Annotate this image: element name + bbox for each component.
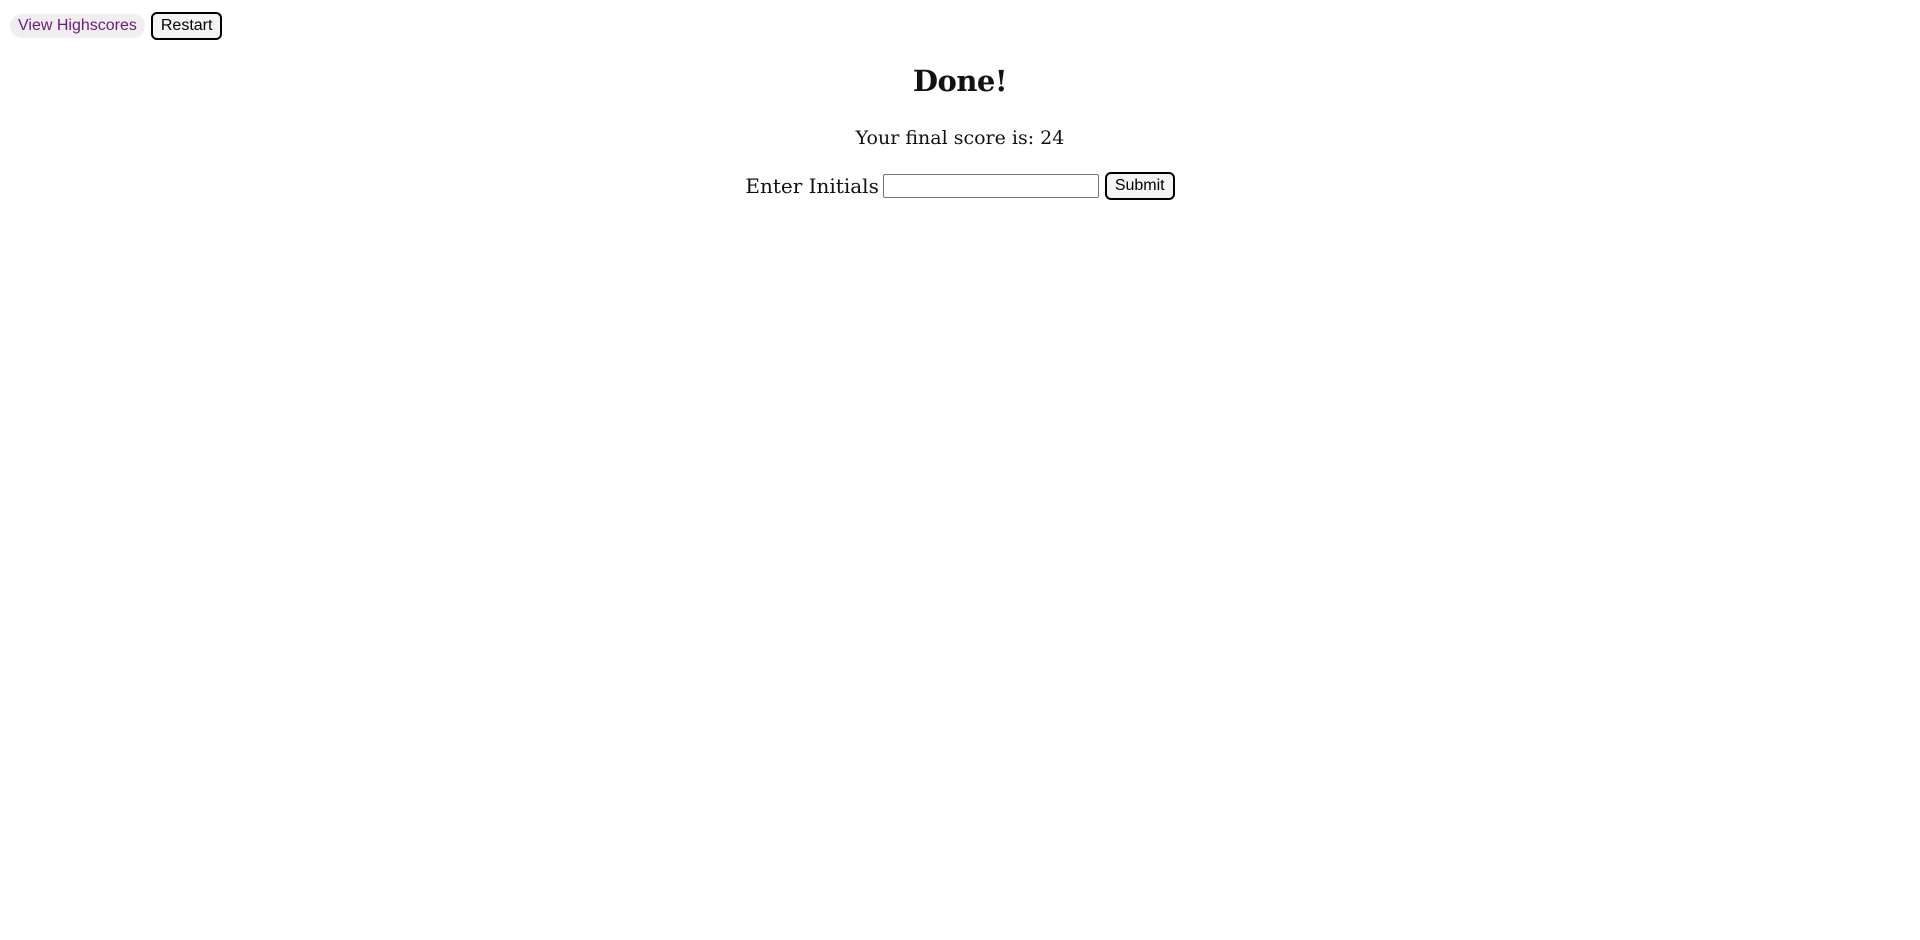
top-bar: View Highscores Restart (10, 12, 223, 40)
initials-label: Enter Initials (745, 174, 879, 198)
restart-button[interactable]: Restart (150, 12, 223, 40)
initials-form: Enter Initials Submit (0, 172, 1920, 200)
initials-input[interactable] (882, 174, 1099, 198)
final-score-text: Your final score is: 24 (855, 127, 1065, 149)
submit-button[interactable]: Submit (1104, 172, 1175, 200)
page-title: Done! (912, 64, 1008, 98)
view-highscores-link[interactable]: View Highscores (10, 14, 145, 38)
